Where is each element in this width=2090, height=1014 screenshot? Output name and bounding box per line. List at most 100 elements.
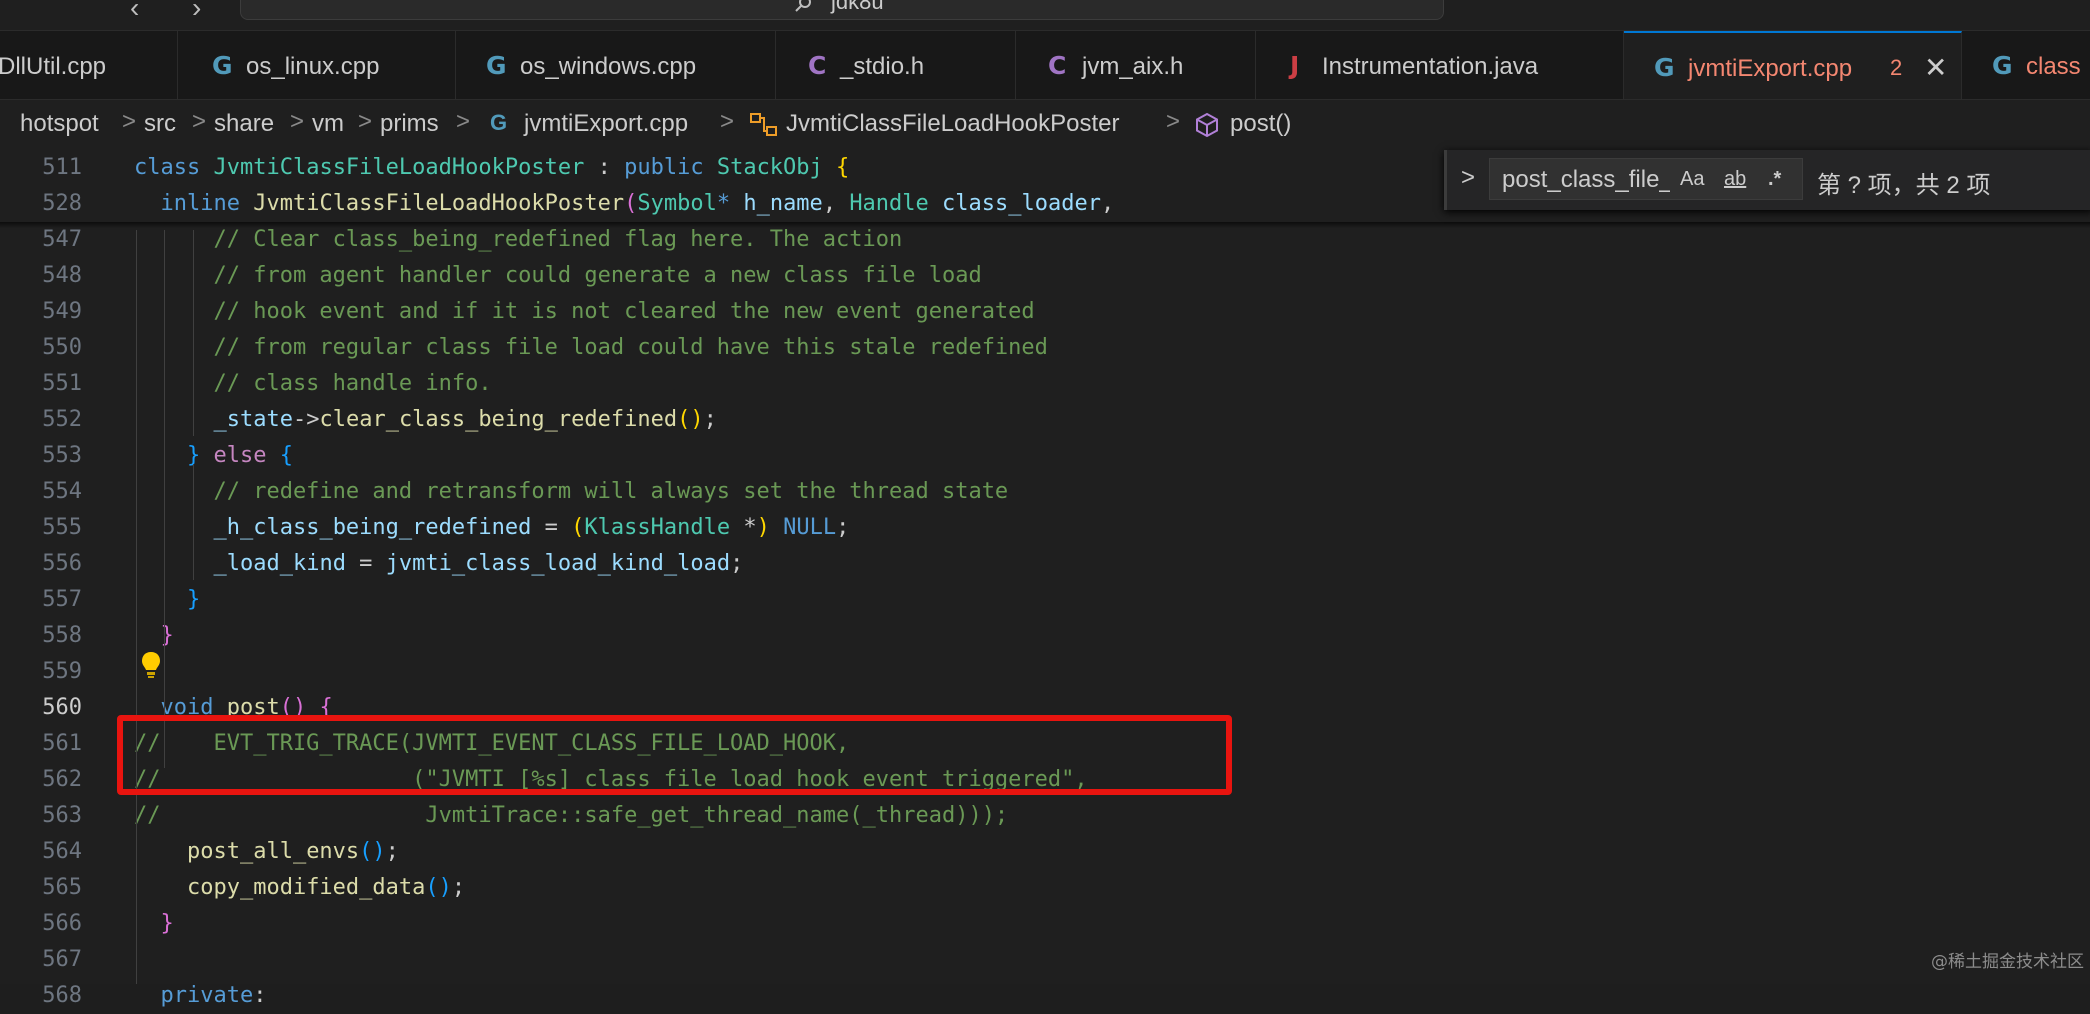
code-token: _h_class_being_redefined bbox=[213, 515, 532, 540]
breadcrumb-item-class[interactable]: JvmtiClassFileLoadHookPoster bbox=[786, 110, 1119, 138]
find-widget: > Aa ab .* 第 ? 项，共 2 项 bbox=[1444, 150, 2090, 210]
code-line[interactable]: 558 } bbox=[0, 618, 2090, 654]
line-number: 550 bbox=[42, 335, 82, 360]
tab-jvmtiexport-cpp[interactable]: G jvmtiExport.cpp 2 ✕ bbox=[1624, 31, 1962, 99]
code-line[interactable]: 566 } bbox=[0, 906, 2090, 942]
line-number: 560 bbox=[42, 695, 82, 720]
match-case-icon[interactable]: Aa bbox=[1680, 168, 1704, 191]
code-line[interactable]: 550 // from regular class file load coul… bbox=[0, 330, 2090, 366]
find-input[interactable] bbox=[1502, 166, 1670, 194]
breadcrumb-item-file[interactable]: jvmtiExport.cpp bbox=[524, 110, 688, 138]
back-arrow-icon[interactable]: ‹ bbox=[130, 0, 139, 24]
breadcrumb-separator: > bbox=[290, 108, 305, 135]
code-token: ; bbox=[836, 515, 850, 540]
code-text: // redefine and retransform will always … bbox=[134, 479, 1008, 504]
code-line[interactable]: 564 post_all_envs(); bbox=[0, 834, 2090, 870]
code-token: , bbox=[1101, 191, 1115, 216]
watermark: @稀土掘金技术社区 bbox=[1931, 952, 2084, 972]
code-line[interactable]: 556 _load_kind = jvmti_class_load_kind_l… bbox=[0, 546, 2090, 582]
code-token: } bbox=[186, 587, 201, 612]
code-line[interactable]: 565 copy_modified_data(); bbox=[0, 870, 2090, 906]
code-text: copy_modified_data(); bbox=[134, 875, 465, 900]
search-icon bbox=[795, 0, 811, 12]
code-line[interactable]: 555 _h_class_being_redefined = (KlassHan… bbox=[0, 510, 2090, 546]
tab-instrumentation-java[interactable]: J Instrumentation.java bbox=[1256, 31, 1624, 99]
forward-arrow-icon[interactable]: › bbox=[192, 0, 201, 24]
code-line[interactable]: 567 bbox=[0, 942, 2090, 978]
command-center[interactable]: jdk8u bbox=[240, 0, 1444, 20]
command-center-text: jdk8u bbox=[831, 0, 884, 14]
code-editor[interactable]: 511 class JvmtiClassFileLoadHookPoster : … bbox=[0, 150, 2090, 1008]
code-token: ; bbox=[703, 407, 717, 432]
tab-stdio-h[interactable]: C _stdio.h bbox=[776, 31, 1016, 99]
breadcrumb-item-prims[interactable]: prims bbox=[380, 110, 439, 138]
code-line[interactable]: 551 // class handle info. bbox=[0, 366, 2090, 402]
cpp-file-icon: G bbox=[490, 110, 508, 135]
tab-label: DllUtil.cpp bbox=[0, 53, 107, 80]
cpp-file-icon: G bbox=[1992, 51, 2013, 80]
regex-icon[interactable]: .* bbox=[1768, 168, 1781, 191]
tab-dllutil[interactable]: DllUtil.cpp bbox=[0, 31, 178, 99]
whole-word-icon[interactable]: ab bbox=[1724, 168, 1746, 191]
code-line[interactable]: 552 _state->clear_class_being_redefined(… bbox=[0, 402, 2090, 438]
tab-class[interactable]: G class bbox=[1962, 31, 2090, 99]
indent-guide bbox=[193, 464, 194, 580]
close-icon[interactable]: ✕ bbox=[1924, 51, 1947, 84]
java-file-icon: J bbox=[1290, 51, 1300, 80]
tab-os-linux[interactable]: G os_linux.cpp bbox=[178, 31, 456, 99]
code-line[interactable]: 563 // JvmtiTrace::safe_get_thread_name(_… bbox=[0, 798, 2090, 834]
code-token: Handle bbox=[849, 191, 929, 216]
lightbulb-icon[interactable] bbox=[140, 650, 162, 680]
line-number: 549 bbox=[42, 299, 82, 324]
code-text: // from regular class file load could ha… bbox=[134, 335, 1047, 360]
sticky-scroll-shadow bbox=[0, 222, 2090, 228]
tab-label: _stdio.h bbox=[840, 53, 925, 80]
code-token: // Clear class_being_redefined flag here… bbox=[134, 227, 903, 252]
line-number: 555 bbox=[42, 515, 82, 540]
code-line[interactable]: 559 bbox=[0, 654, 2090, 690]
tab-label: jvm_aix.h bbox=[1082, 53, 1184, 80]
code-token: () bbox=[425, 875, 452, 900]
line-number: 548 bbox=[42, 263, 82, 288]
code-line[interactable]: 554 // redefine and retransform will alw… bbox=[0, 474, 2090, 510]
code-token: * bbox=[730, 515, 757, 540]
code-token: JvmtiClassFileLoadHookPoster bbox=[253, 191, 625, 216]
breadcrumb-item-method[interactable]: post() bbox=[1230, 110, 1291, 138]
breadcrumb-item-vm[interactable]: vm bbox=[312, 110, 344, 138]
line-number: 566 bbox=[42, 911, 82, 936]
code-token: class_loader bbox=[942, 191, 1101, 216]
code-text: // class handle info. bbox=[134, 371, 491, 396]
code-line[interactable]: 553 } else { bbox=[0, 438, 2090, 474]
line-number: 568 bbox=[42, 983, 82, 1008]
toggle-replace-chevron-icon[interactable]: > bbox=[1461, 164, 1475, 192]
code-line[interactable]: 557 } bbox=[0, 582, 2090, 618]
problem-count-badge: 2 bbox=[1890, 55, 1903, 80]
indent-guide bbox=[164, 230, 165, 768]
breadcrumb-item-share[interactable]: share bbox=[214, 110, 274, 138]
cpp-file-icon: G bbox=[486, 51, 507, 80]
tab-os-windows[interactable]: G os_windows.cpp bbox=[456, 31, 776, 99]
class-symbol-icon bbox=[750, 113, 777, 136]
code-token: , bbox=[822, 191, 850, 216]
breadcrumb-item-src[interactable]: src bbox=[144, 110, 176, 138]
breadcrumb-separator: > bbox=[456, 108, 471, 135]
tab-label: jvmtiExport.cpp bbox=[1688, 55, 1853, 82]
code-line[interactable]: 548 // from agent handler could generate… bbox=[0, 258, 2090, 294]
code-token: } bbox=[160, 623, 174, 648]
code-token: ; bbox=[385, 839, 399, 864]
code-token: = bbox=[531, 515, 572, 540]
code-token: ; bbox=[730, 551, 744, 576]
breadcrumb-item-hotspot[interactable]: hotspot bbox=[20, 110, 99, 138]
code-line[interactable]: 568 private: bbox=[0, 978, 2090, 1014]
code-token: _load_kind bbox=[213, 551, 346, 576]
code-line[interactable]: 549 // hook event and if it is not clear… bbox=[0, 294, 2090, 330]
code-token: JvmtiClassFileLoadHookPoster bbox=[213, 155, 585, 180]
tab-jvm-aix-h[interactable]: C jvm_aix.h bbox=[1016, 31, 1256, 99]
